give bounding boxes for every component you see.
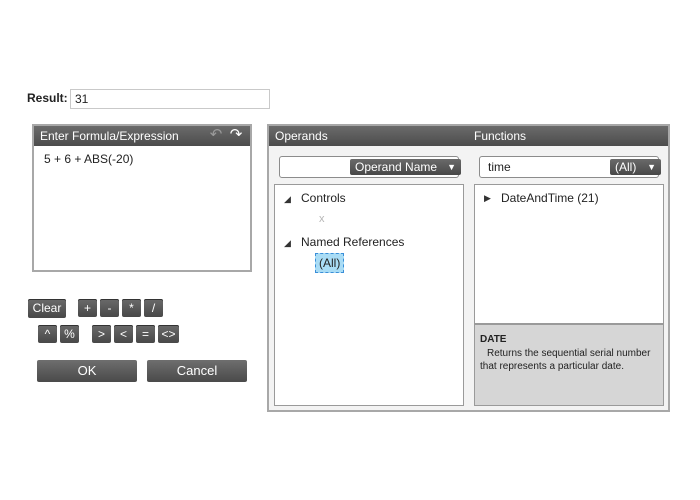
function-description-line1: Returns the sequential serial number — [487, 348, 651, 359]
function-category-dropdown[interactable]: (All) ▼ — [610, 159, 661, 175]
formula-editor[interactable]: 5 + 6 + ABS(-20) — [34, 146, 250, 172]
operand-name-dropdown[interactable]: Operand Name ▼ — [350, 159, 461, 175]
redo-icon[interactable]: ↷ — [228, 127, 244, 143]
minus-button[interactable]: - — [100, 299, 119, 317]
result-field: 31 — [70, 89, 270, 109]
equals-button[interactable]: = — [136, 325, 155, 343]
formula-panel-title: Enter Formula/Expression — [40, 129, 179, 143]
multiply-button[interactable]: * — [122, 299, 141, 317]
function-category-dropdown-label: (All) — [615, 160, 637, 174]
chevron-down-icon: ▼ — [647, 162, 656, 172]
tree-node-dateandtime[interactable]: DateAndTime (21) — [501, 191, 599, 205]
operand-name-dropdown-label: Operand Name — [355, 160, 438, 174]
expand-triangle-icon[interactable]: ◢ — [284, 238, 291, 249]
tree-node-controls[interactable]: Controls — [301, 191, 346, 205]
divide-button[interactable]: / — [144, 299, 163, 317]
result-label: Result: — [27, 91, 68, 105]
greater-than-button[interactable]: > — [92, 325, 111, 343]
cancel-button[interactable]: Cancel — [147, 360, 247, 382]
not-equal-button[interactable]: <> — [158, 325, 179, 343]
formula-panel: Enter Formula/Expression ↶ ↷ 5 + 6 + ABS… — [32, 124, 252, 272]
clear-button[interactable]: Clear — [28, 299, 66, 318]
operands-functions-panel: Operands Functions Operand Name ▼ time (… — [267, 124, 670, 412]
operands-tree: ◢ Controls x ◢ Named References (All) — [274, 184, 464, 406]
function-search-input[interactable]: time — [488, 160, 511, 174]
chevron-down-icon: ▼ — [447, 162, 456, 172]
tree-node-x[interactable]: x — [319, 213, 325, 225]
operands-functions-header: Operands Functions — [269, 126, 668, 146]
less-than-button[interactable]: < — [114, 325, 133, 343]
function-description: DATE Returns the sequential serial numbe… — [474, 324, 664, 406]
undo-icon[interactable]: ↶ — [208, 127, 224, 143]
operand-filter-combo[interactable]: Operand Name ▼ — [279, 156, 461, 178]
ok-button[interactable]: OK — [37, 360, 137, 382]
expand-triangle-icon[interactable]: ◢ — [284, 194, 291, 205]
tree-node-all-selected[interactable]: (All) — [315, 253, 345, 273]
power-button[interactable]: ^ — [38, 325, 57, 343]
operands-title: Operands — [275, 129, 328, 143]
tree-node-named-references[interactable]: Named References — [301, 235, 404, 249]
function-search-combo[interactable]: time (All) ▼ — [479, 156, 661, 178]
function-description-title: DATE — [480, 334, 507, 345]
percent-button[interactable]: % — [60, 325, 79, 343]
function-description-line2: that represents a particular date. — [480, 361, 624, 372]
formula-panel-header: Enter Formula/Expression ↶ ↷ — [34, 126, 250, 146]
plus-button[interactable]: + — [78, 299, 97, 317]
functions-tree: ▶ DateAndTime (21) — [474, 184, 664, 324]
functions-title: Functions — [474, 129, 527, 143]
collapsed-triangle-icon[interactable]: ▶ — [484, 193, 491, 204]
